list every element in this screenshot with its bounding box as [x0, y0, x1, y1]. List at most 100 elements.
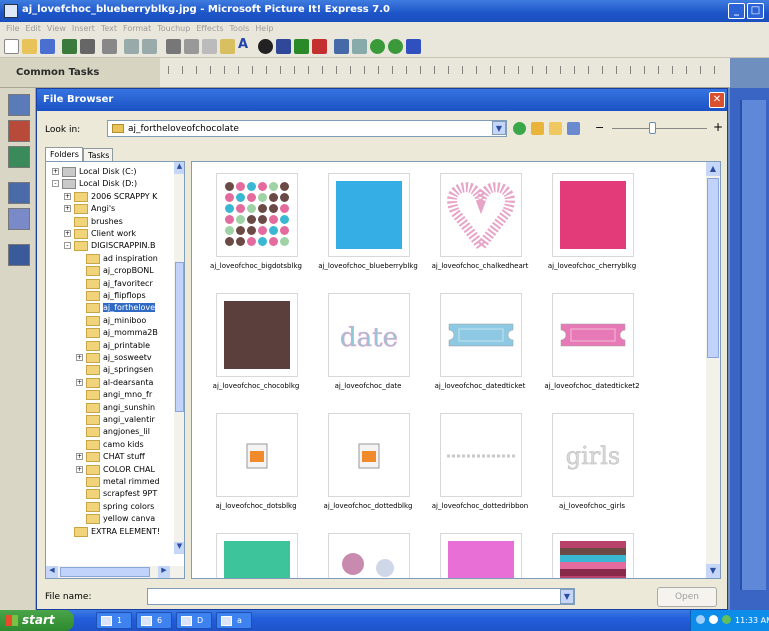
- scroll-thumb[interactable]: [60, 567, 150, 577]
- tree-item[interactable]: + Client work: [46, 228, 174, 240]
- tree-item[interactable]: brushes: [46, 216, 174, 228]
- scroll-thumb[interactable]: [175, 262, 184, 412]
- chevron-down-icon[interactable]: ▼: [492, 121, 506, 135]
- back-icon[interactable]: [513, 122, 526, 135]
- maximize-button[interactable]: □: [747, 3, 764, 19]
- effects-icon[interactable]: [8, 146, 30, 168]
- file-thumbnail[interactable]: [426, 528, 534, 578]
- zoom-out-icon[interactable]: −: [595, 121, 604, 134]
- expand-icon[interactable]: +: [76, 453, 83, 461]
- email-icon[interactable]: [80, 39, 95, 54]
- file-thumbnail[interactable]: date aj_loveofchoc_date: [314, 288, 422, 406]
- menu-item[interactable]: Text: [101, 22, 117, 36]
- expand-icon[interactable]: +: [64, 230, 71, 237]
- open-icon[interactable]: [22, 39, 37, 54]
- tree-item[interactable]: +2006 SCRAPPY K: [46, 191, 174, 203]
- undo-icon[interactable]: [124, 39, 139, 54]
- tree-item[interactable]: + COLOR CHAL: [46, 464, 174, 476]
- tree-item[interactable]: aj_forthelove: [46, 302, 174, 314]
- scroll-left-icon[interactable]: ◀: [46, 566, 58, 578]
- chevron-down-icon[interactable]: ▼: [560, 589, 574, 604]
- straighten-icon[interactable]: [352, 39, 367, 54]
- menu-item[interactable]: File: [6, 22, 19, 36]
- tree-item[interactable]: aj_momma2B: [46, 327, 174, 339]
- scroll-down-icon[interactable]: ▼: [706, 564, 720, 578]
- tree-item[interactable]: angjones_lil: [46, 426, 174, 438]
- rotate-left-icon[interactable]: [370, 39, 385, 54]
- close-button[interactable]: ✕: [709, 92, 725, 108]
- tree-item[interactable]: yellow canva: [46, 513, 174, 525]
- tree-item[interactable]: ad inspiration: [46, 253, 174, 265]
- tab-folders[interactable]: Folders: [45, 147, 83, 162]
- file-thumbnail[interactable]: aj_loveofchoc_blueberryblkg: [314, 168, 422, 286]
- file-thumbnail[interactable]: aj_loveofchoc_dottedribbon: [426, 408, 534, 526]
- expand-icon[interactable]: +: [64, 192, 71, 200]
- menu-item[interactable]: Tools: [230, 22, 250, 36]
- up-folder-icon[interactable]: [531, 122, 544, 135]
- picture-icon[interactable]: [8, 182, 30, 204]
- tree-item[interactable]: camo kids: [46, 439, 174, 451]
- scroll-up-icon[interactable]: ▲: [706, 162, 720, 176]
- open-button[interactable]: Open: [657, 587, 717, 607]
- rotate-right-icon[interactable]: [388, 39, 403, 54]
- redo-icon[interactable]: [142, 39, 157, 54]
- file-thumbnail[interactable]: [538, 528, 646, 578]
- taskbar-item[interactable]: a: [216, 612, 252, 629]
- look-in-select[interactable]: aj_fortheloveofchocolate: [107, 120, 507, 137]
- tree-item[interactable]: angi_valentir: [46, 414, 174, 426]
- tree-item[interactable]: aj_miniboo: [46, 315, 174, 327]
- zoom-slider-thumb[interactable]: [649, 122, 656, 134]
- print-icon[interactable]: [102, 39, 117, 54]
- menu-item[interactable]: Effects: [196, 22, 223, 36]
- copy-icon[interactable]: [184, 39, 199, 54]
- scroll-up-icon[interactable]: ▲: [174, 162, 184, 174]
- start-button[interactable]: start: [0, 610, 74, 631]
- file-thumbnail[interactable]: aj_loveofchoc_bigdotsblkg: [202, 168, 310, 286]
- volume-icon[interactable]: [709, 615, 718, 624]
- minimize-button[interactable]: _: [728, 3, 745, 19]
- file-thumbnail[interactable]: aj_loveofchoc_dotsblkg: [202, 408, 310, 526]
- taskbar-item[interactable]: 1: [96, 612, 132, 629]
- tree-item[interactable]: angi_sunshin: [46, 402, 174, 414]
- tree-item[interactable]: + aj_sosweetv: [46, 352, 174, 364]
- touchup-icon[interactable]: [8, 120, 30, 142]
- views-icon[interactable]: [567, 122, 580, 135]
- image-icon[interactable]: [220, 39, 235, 54]
- taskbar-item[interactable]: 6: [136, 612, 172, 629]
- new-icon[interactable]: [4, 39, 19, 54]
- file-thumbnail[interactable]: girls aj_loveofchoc_girls: [538, 408, 646, 526]
- file-thumbnail[interactable]: aj_loveofchoc_cherryblkg: [538, 168, 646, 286]
- zoom-slider[interactable]: [612, 128, 707, 129]
- tree-item[interactable]: + Angi's: [46, 203, 174, 215]
- tree-item[interactable]: angi_mno_fr: [46, 389, 174, 401]
- tab-tasks[interactable]: Tasks: [83, 148, 113, 162]
- grid-vertical-scrollbar[interactable]: ▲ ▼: [706, 162, 720, 578]
- file-thumbnail[interactable]: aj_loveofchoc_datedticket: [426, 288, 534, 406]
- tree-item[interactable]: spring colors: [46, 501, 174, 513]
- flip-icon[interactable]: [406, 39, 421, 54]
- tray-icon[interactable]: [8, 244, 30, 266]
- file-name-input[interactable]: [147, 588, 575, 605]
- scroll-right-icon[interactable]: ▶: [158, 566, 170, 578]
- paste-icon[interactable]: [202, 39, 217, 54]
- menu-item[interactable]: Touchup: [157, 22, 190, 36]
- menu-item[interactable]: Edit: [25, 22, 41, 36]
- menu-item[interactable]: Insert: [72, 22, 95, 36]
- collapse-icon[interactable]: -: [64, 242, 71, 250]
- menu-item[interactable]: View: [47, 22, 66, 36]
- zoom-in-icon[interactable]: +: [713, 120, 723, 134]
- file-thumbnail[interactable]: [202, 528, 310, 578]
- expand-icon[interactable]: +: [64, 205, 71, 213]
- tree-item[interactable]: aj_favoritecr: [46, 278, 174, 290]
- expand-icon[interactable]: +: [76, 378, 83, 386]
- new-folder-icon[interactable]: [549, 122, 562, 135]
- cut-icon[interactable]: [166, 39, 181, 54]
- file-thumbnail[interactable]: aj_loveofchoc_dottedblkg: [314, 408, 422, 526]
- tree-item[interactable]: aj_printable: [46, 340, 174, 352]
- file-thumbnail[interactable]: aj_loveofchoc_chocoblkg: [202, 288, 310, 406]
- tree-item[interactable]: metal rimmed: [46, 476, 174, 488]
- security-icon[interactable]: [722, 615, 731, 624]
- tree-horizontal-scrollbar[interactable]: ◀ ▶: [46, 566, 184, 578]
- tree-item[interactable]: aj_cropBONL: [46, 265, 174, 277]
- menu-item[interactable]: Help: [255, 22, 273, 36]
